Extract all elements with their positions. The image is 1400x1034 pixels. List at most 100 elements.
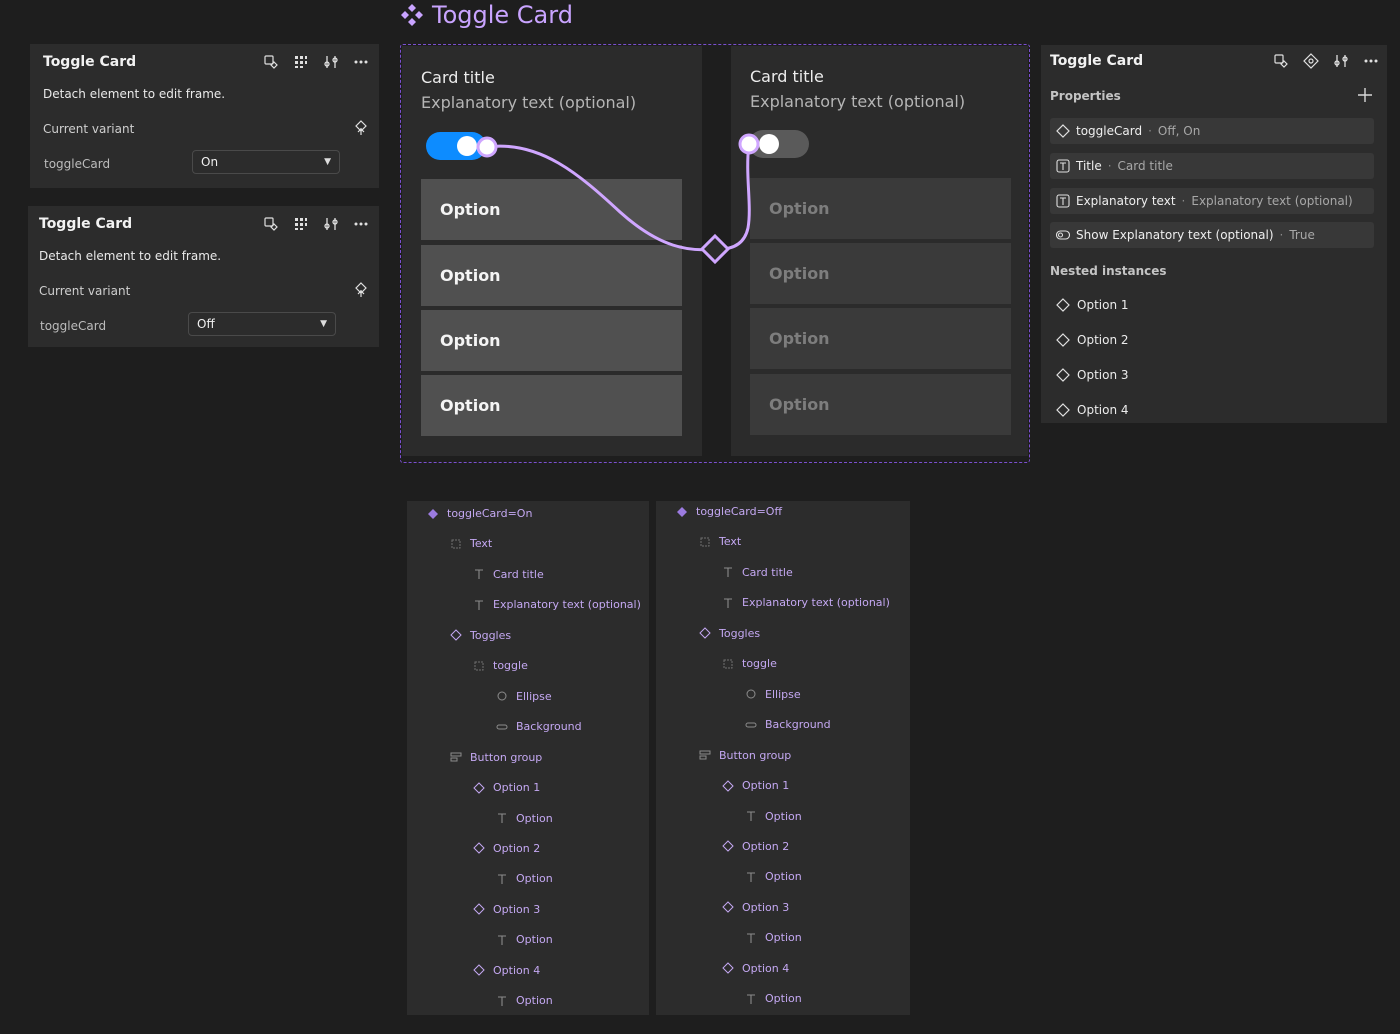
frame-icon [699,536,711,548]
layer-label: Option 3 [742,900,790,914]
layer-row[interactable]: Option 3 [473,903,540,916]
layer-row[interactable]: Option 1 [722,779,789,792]
frame-icon [473,660,485,672]
property-row-title[interactable]: Title · Card title [1050,153,1374,179]
layer-label: Button group [719,748,792,762]
layer-row[interactable]: Card title [722,566,793,579]
text-icon [496,934,508,946]
instance-icon [450,629,462,642]
layer-row[interactable]: Text [699,535,741,548]
instance-icon [722,901,734,914]
layer-row[interactable]: toggleCard=Off [676,505,782,518]
layer-row[interactable]: Ellipse [745,688,801,701]
property-separator: · [1148,124,1152,138]
instance-icon [473,964,485,976]
property-separator: · [1107,159,1112,173]
property-value: Card title [1117,159,1173,173]
rect-icon [496,721,508,733]
layer-label: Option [516,994,553,1008]
layer-label: Background [516,720,582,734]
instance-icon [722,840,734,853]
property-separator: · [1181,194,1186,208]
nested-instance-label: Option 4 [1077,403,1129,417]
layer-row[interactable]: Background [745,718,831,731]
property-row-variant[interactable]: toggleCard · Off, On [1050,118,1374,144]
nested-instance-row[interactable]: Option 3 [1056,368,1129,382]
layer-label: Option [765,931,802,945]
layer-row[interactable]: Option [745,810,802,823]
instance-icon [699,627,711,640]
layer-label: toggle [742,657,777,671]
layer-label: Option [765,992,802,1006]
property-row-show-explanatory[interactable]: Show Explanatory text (optional) · True [1050,222,1374,248]
nested-instance-row[interactable]: Option 2 [1056,333,1129,347]
layer-row[interactable]: Toggles [699,627,760,640]
property-name: Show Explanatory text (optional) [1076,228,1274,242]
layer-row[interactable]: Explanatory text (optional) [473,598,641,611]
layer-row[interactable]: Option [745,992,802,1005]
nested-instance-row[interactable]: Option 4 [1056,403,1129,417]
layer-row[interactable]: Option [496,994,553,1007]
nested-instance-label: Option 3 [1077,368,1129,382]
property-row-explanatory[interactable]: Explanatory text · Explanatory text (opt… [1050,188,1374,214]
layer-label: toggleCard=On [447,507,533,520]
layer-label: Option 1 [742,779,790,793]
property-value: Explanatory text (optional) [1191,194,1353,208]
instance-icon [1056,298,1070,312]
layer-label: Option [516,811,553,825]
nested-instance-row[interactable]: Option 1 [1056,298,1129,312]
layer-row[interactable]: Card title [473,568,544,581]
layer-row[interactable]: Option 4 [722,962,789,975]
nested-instances-label: Nested instances [1050,264,1167,278]
layer-label: Ellipse [765,687,801,701]
text-icon [496,873,508,885]
layer-label: Option 3 [493,902,541,916]
component-instance-icon[interactable] [1271,51,1291,71]
layer-row[interactable]: Option 3 [722,901,789,914]
layer-row[interactable]: Text [450,537,492,550]
more-icon[interactable] [1361,51,1381,71]
layer-row[interactable]: toggle [722,657,777,670]
property-value: Off, On [1157,124,1201,138]
add-property-icon[interactable] [1355,85,1375,105]
layer-row[interactable]: Button group [699,749,791,762]
variant-icon [1056,124,1070,138]
text-icon [473,599,485,611]
text-icon [496,812,508,824]
panel-title: Toggle Card [1050,53,1144,69]
layer-row[interactable]: Option [496,933,553,946]
layer-row[interactable]: toggle [473,659,528,672]
layer-row[interactable]: Ellipse [496,690,552,703]
layer-label: Option [516,933,553,947]
layer-row[interactable]: Button group [450,751,542,764]
instance-icon [473,781,485,794]
layer-row[interactable]: Option [496,812,553,825]
text-icon [745,993,757,1005]
layer-row[interactable]: Option 2 [473,842,540,855]
instance-icon [722,962,734,974]
layer-row[interactable]: Explanatory text (optional) [722,596,890,609]
boolean-icon [1056,230,1070,240]
layer-row[interactable]: Option 1 [473,781,540,794]
layer-label: Background [765,718,831,732]
text-property-icon [1056,159,1070,173]
layer-row[interactable]: Background [496,720,582,733]
layer-label: Option [765,809,802,823]
layer-row[interactable]: Option [496,872,553,885]
adjust-icon[interactable] [1331,51,1351,71]
layer-row[interactable]: Option 2 [722,840,789,853]
autolayout-icon [699,749,711,761]
layer-row[interactable]: Option [745,931,802,944]
instance-icon [473,842,485,855]
layer-label: Explanatory text (optional) [493,598,641,612]
layer-label: Option 4 [742,961,790,975]
properties-panel: Toggle Card Properties toggleCard · Off,… [1041,45,1387,423]
instance-icon [1056,368,1070,382]
layer-row[interactable]: toggleCard=On [427,507,532,520]
autolayout-icon [450,751,462,763]
text-icon [473,568,485,580]
layer-row[interactable]: Option 4 [473,964,540,977]
go-to-main-component-icon[interactable] [1301,51,1321,71]
layer-row[interactable]: Option [745,870,802,883]
layer-row[interactable]: Toggles [450,629,511,642]
